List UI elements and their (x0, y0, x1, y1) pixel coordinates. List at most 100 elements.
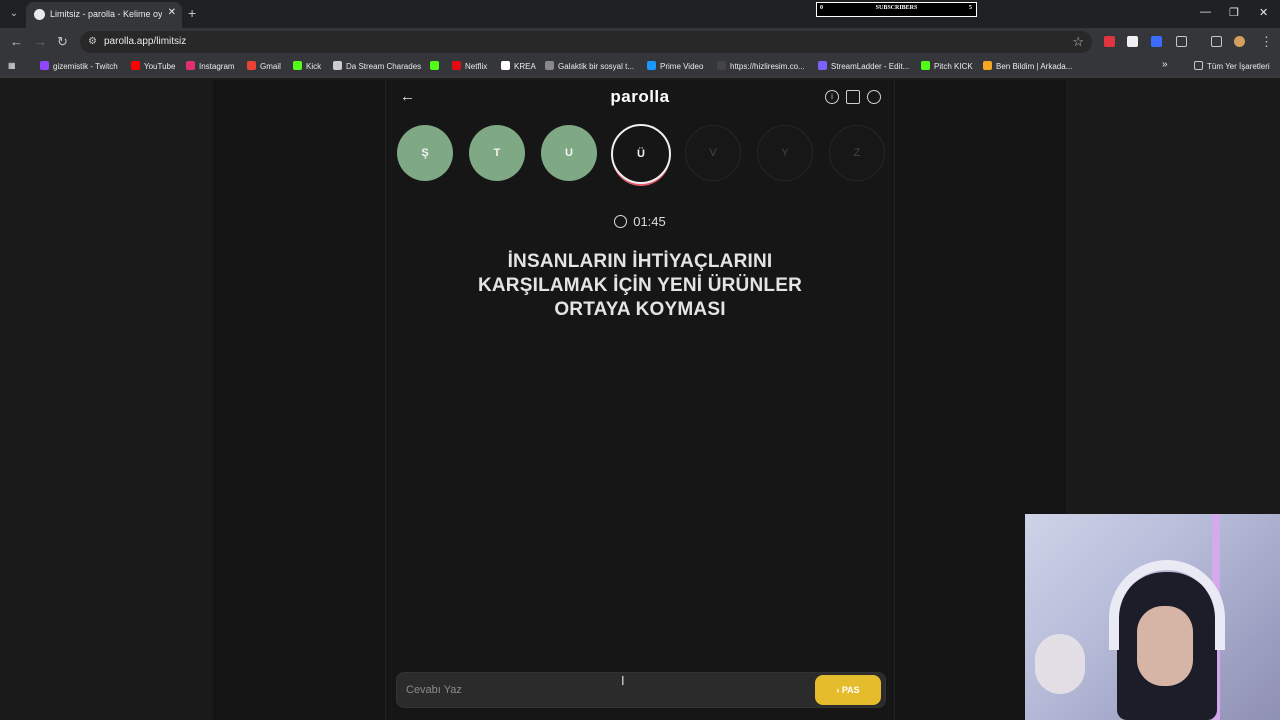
tab-favicon-icon (34, 9, 45, 20)
bookmark-item[interactable]: Da Stream Charades (333, 61, 421, 71)
bookmark-label: Pitch KICK (934, 62, 973, 71)
browser-tab[interactable]: Limitsiz - parolla - Kelime oyunu ✕ (26, 2, 182, 28)
stats-chart-icon[interactable] (846, 90, 860, 104)
subscribers-goal-bar: 0 SUBSCRIBERS 5 (816, 2, 977, 17)
reading-list-icon[interactable] (1211, 36, 1222, 47)
bookmark-label: Instagram (199, 62, 235, 71)
bookmark-label: Kick (306, 62, 322, 71)
twitch-icon (40, 61, 49, 70)
address-bar[interactable]: ⚙ parolla.app/limitsiz ☆ (80, 31, 1092, 53)
extension-red-icon[interactable] (1104, 36, 1115, 47)
extension-w-icon[interactable] (1127, 36, 1138, 47)
browser-tab-strip: ⌄ Limitsiz - parolla - Kelime oyunu ✕ + … (0, 0, 1280, 28)
tab-search-icon[interactable]: ⌄ (6, 6, 22, 22)
bookmark-label: https://hizliresim.co... (730, 62, 805, 71)
user-account-icon[interactable] (867, 90, 881, 104)
new-tab-icon[interactable]: + (188, 5, 196, 21)
headset-icon (1109, 560, 1225, 650)
pass-button[interactable]: › PAS (815, 675, 881, 705)
question-text: İNSANLARIN İHTİYAÇLARINI KARŞILAMAK İÇİN… (477, 251, 803, 320)
tab-close-icon[interactable]: ✕ (168, 7, 176, 18)
window-close-icon[interactable]: ✕ (1259, 6, 1268, 19)
letter-progress: Ş T U Ü V Y Z (396, 124, 886, 184)
bookmark-item[interactable]: Prime Video (647, 61, 703, 71)
gmail-icon (247, 61, 256, 70)
bookmark-label: YouTube (144, 62, 176, 71)
bookmark-label: StreamLadder - Edit... (831, 62, 910, 71)
webcam-overlay (1025, 514, 1280, 720)
instagram-icon (186, 61, 195, 70)
subscribers-label: SUBSCRIBERS (875, 5, 918, 11)
letter-circle-done: T (469, 125, 525, 181)
minimize-icon[interactable]: — (1200, 6, 1211, 18)
bookmark-label: Galaktik bir sosyal t... (558, 62, 635, 71)
page-margin-left (0, 80, 213, 720)
all-bookmarks-folder[interactable]: Tüm Yer İşaretleri (1194, 61, 1270, 71)
krea-icon (501, 61, 510, 70)
folder-icon (1194, 61, 1203, 70)
info-icon[interactable]: i (825, 90, 839, 104)
youtube-icon (131, 61, 140, 70)
galaktik-icon (545, 61, 554, 70)
parolla-app: ← parolla i Ş T U Ü V Y Z 01:45 İNSANLAR… (385, 80, 895, 720)
webcam-hand (1035, 634, 1085, 694)
letter-circle-upcoming: V (685, 125, 741, 181)
bookmark-item[interactable]: KREA (501, 61, 536, 71)
answer-input[interactable] (397, 673, 807, 707)
bookmark-item[interactable]: Kick (293, 61, 321, 71)
bookmark-label: Ben Bildim | Arkada... (996, 62, 1073, 71)
reload-icon[interactable]: ↻ (57, 35, 68, 49)
letter-circle-active: Ü (611, 124, 671, 184)
apps-grid-icon[interactable]: ▦ (8, 61, 16, 70)
bookmarks-bar: ▦ gizemistik - Twitch YouTube Instagram … (0, 56, 1280, 78)
subscribers-goal: 5 (969, 5, 972, 11)
extension-blue-icon[interactable] (1151, 36, 1162, 47)
back-nav-icon[interactable]: ← (10, 35, 23, 49)
answer-bar: › PAS (396, 672, 886, 708)
chevron-right-icon: › (836, 685, 840, 695)
bookmark-item[interactable]: https://hizliresim.co... (717, 61, 805, 71)
bookmark-label: Netflix (465, 62, 488, 71)
text-cursor-icon: I (621, 673, 625, 688)
profile-avatar[interactable] (1234, 36, 1245, 47)
browser-menu-icon[interactable]: ⋮ (1260, 35, 1273, 49)
streamladder-icon (818, 61, 827, 70)
address-url[interactable]: parolla.app/limitsiz (104, 36, 186, 47)
timer-value: 01:45 (633, 214, 666, 229)
bookmark-item[interactable] (430, 61, 443, 71)
prime-video-icon (647, 61, 656, 70)
kick-icon (293, 61, 302, 70)
bookmark-item[interactable]: Pitch KICK (921, 61, 973, 71)
bookmark-item[interactable]: Instagram (186, 61, 235, 71)
letter-circle-upcoming: Z (829, 125, 885, 181)
browser-toolbar: ← → ↻ ⚙ parolla.app/limitsiz ☆ ⋮ (0, 28, 1280, 56)
extensions-puzzle-icon[interactable] (1176, 36, 1187, 47)
letter-circle-done: U (541, 125, 597, 181)
bookmark-label: Gmail (260, 62, 281, 71)
bookmark-item[interactable]: Galaktik bir sosyal t... (545, 61, 634, 71)
bookmark-item[interactable]: StreamLadder - Edit... (818, 61, 909, 71)
clock-icon (614, 215, 628, 228)
site-info-icon[interactable]: ⚙ (88, 36, 97, 47)
netflix-icon (452, 61, 461, 70)
bookmark-item[interactable]: Gmail (247, 61, 281, 71)
forward-nav-icon[interactable]: → (34, 35, 47, 49)
letter-circle-upcoming: Y (757, 125, 813, 181)
bookmark-item[interactable]: gizemistik - Twitch (40, 61, 118, 71)
pass-label: PAS (841, 685, 860, 695)
charades-icon (333, 61, 342, 70)
benbildim-icon (983, 61, 992, 70)
bookmark-item[interactable]: YouTube (131, 61, 175, 71)
letter-circle-done: Ş (397, 125, 453, 181)
bookmark-star-icon[interactable]: ☆ (1072, 34, 1084, 50)
countdown-timer: 01:45 (386, 214, 894, 229)
bookmark-item[interactable]: Netflix (452, 61, 487, 71)
restore-icon[interactable]: ❐ (1229, 6, 1239, 19)
kick-icon (921, 61, 930, 70)
bookmark-label: Da Stream Charades (346, 62, 422, 71)
bookmark-item[interactable]: Ben Bildim | Arkada... (983, 61, 1072, 71)
more-bookmarks-icon[interactable]: » (1162, 59, 1168, 70)
all-bookmarks-label: Tüm Yer İşaretleri (1207, 62, 1270, 71)
kick-icon (430, 61, 439, 70)
bookmark-label: gizemistik - Twitch (53, 62, 118, 71)
